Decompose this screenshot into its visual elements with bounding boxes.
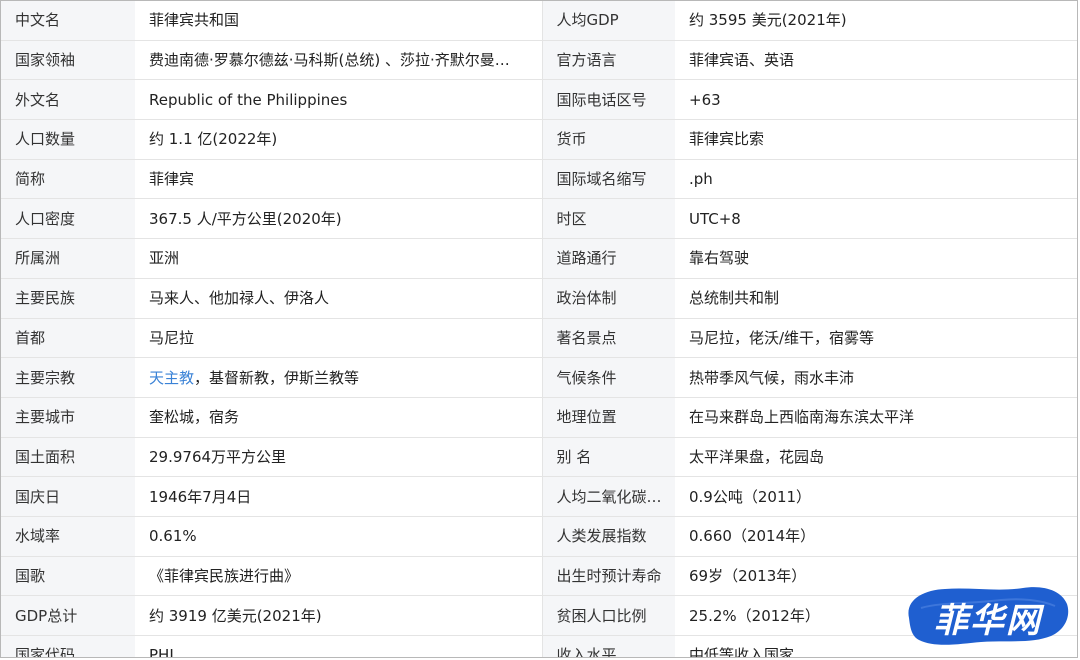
field-value: 约 3595 美元(2021年): [675, 1, 1077, 41]
table-row: 国家领袖 费迪南德·罗慕尔德兹·马科斯(总统) 、莎拉·齐默尔曼… 官方语言 菲…: [1, 40, 1077, 81]
field-value: .ph: [675, 159, 1077, 200]
table-row: 水域率 0.61% 人类发展指数 0.660（2014年）: [1, 516, 1077, 557]
field-key: 政治体制: [542, 278, 675, 319]
field-value: 0.9公吨（2011）: [675, 476, 1077, 517]
field-key: 别 名: [542, 437, 675, 478]
site-watermark-logo: 菲华网: [901, 578, 1071, 654]
field-key: 国庆日: [1, 476, 135, 517]
field-key: 收入水平: [542, 635, 675, 657]
field-key: 人口数量: [1, 119, 135, 160]
field-key: 中文名: [1, 1, 135, 41]
field-value: 菲律宾: [135, 159, 543, 200]
field-key: 首都: [1, 318, 135, 359]
field-key: 著名景点: [542, 318, 675, 359]
table-row: 简称 菲律宾 国际域名缩写 .ph: [1, 159, 1077, 200]
field-value: 靠右驾驶: [675, 238, 1077, 279]
field-key: 国歌: [1, 556, 135, 597]
field-value: 菲律宾共和国: [135, 1, 543, 41]
field-value: 亚洲: [135, 238, 543, 279]
table-row: 国庆日 1946年7月4日 人均二氧化碳… 0.9公吨（2011）: [1, 476, 1077, 517]
field-value: 马尼拉: [135, 318, 543, 359]
field-key: 人均二氧化碳…: [542, 476, 675, 517]
field-key: 气候条件: [542, 357, 675, 398]
field-value: 约 3919 亿美元(2021年): [135, 595, 543, 636]
field-value: 天主教，基督新教，伊斯兰教等: [135, 357, 543, 398]
field-key: 国土面积: [1, 437, 135, 478]
field-value: PHL: [135, 635, 543, 657]
field-key: 国际域名缩写: [542, 159, 675, 200]
field-value: 1946年7月4日: [135, 476, 543, 517]
field-key: 主要城市: [1, 397, 135, 438]
table-row: 主要宗教 天主教，基督新教，伊斯兰教等 气候条件 热带季风气候，雨水丰沛: [1, 357, 1077, 398]
field-key: 道路通行: [542, 238, 675, 279]
religion-link[interactable]: 天主教: [149, 369, 194, 387]
field-key: 主要民族: [1, 278, 135, 319]
field-key: 国家代码: [1, 635, 135, 657]
table-row: 人口数量 约 1.1 亿(2022年) 货币 菲律宾比索: [1, 119, 1077, 160]
field-key: 时区: [542, 198, 675, 240]
field-key: 国家领袖: [1, 40, 135, 81]
field-key: 官方语言: [542, 40, 675, 81]
field-value: 太平洋果盘，花园岛: [675, 437, 1077, 478]
info-table-frame: 中文名 菲律宾共和国 人均GDP 约 3595 美元(2021年) 国家领袖 费…: [0, 0, 1078, 658]
country-info-table: 中文名 菲律宾共和国 人均GDP 约 3595 美元(2021年) 国家领袖 费…: [1, 1, 1077, 657]
field-key: GDP总计: [1, 595, 135, 636]
field-value: 奎松城，宿务: [135, 397, 543, 438]
field-key: 出生时预计寿命: [542, 556, 675, 597]
table-row: 外文名 Republic of the Philippines 国际电话区号 +…: [1, 79, 1077, 121]
field-value: 《菲律宾民族进行曲》: [135, 556, 543, 597]
field-key: 外文名: [1, 79, 135, 121]
field-key: 人口密度: [1, 198, 135, 240]
table-row: 首都 马尼拉 著名景点 马尼拉，佬沃/维干，宿雾等: [1, 318, 1077, 359]
field-value: 0.660（2014年）: [675, 516, 1077, 557]
field-value-rest: ，基督新教，伊斯兰教等: [194, 368, 360, 387]
field-key: 贫困人口比例: [542, 595, 675, 636]
field-value: 菲律宾语、英语: [675, 40, 1077, 81]
field-key: 主要宗教: [1, 357, 135, 398]
field-value: 马尼拉，佬沃/维干，宿雾等: [675, 318, 1077, 359]
field-key: 货币: [542, 119, 675, 160]
table-row: 主要民族 马来人、他加禄人、伊洛人 政治体制 总统制共和制: [1, 278, 1077, 319]
table-row: 所属洲 亚洲 道路通行 靠右驾驶: [1, 238, 1077, 279]
field-value: 总统制共和制: [675, 278, 1077, 319]
field-key: 国际电话区号: [542, 79, 675, 121]
field-value: 29.9764万平方公里: [135, 437, 543, 478]
field-value: 0.61%: [135, 516, 543, 557]
field-key: 水域率: [1, 516, 135, 557]
table-row: 国土面积 29.9764万平方公里 别 名 太平洋果盘，花园岛: [1, 437, 1077, 478]
field-value: 费迪南德·罗慕尔德兹·马科斯(总统) 、莎拉·齐默尔曼…: [135, 40, 543, 81]
table-row: 中文名 菲律宾共和国 人均GDP 约 3595 美元(2021年): [1, 1, 1077, 41]
field-key: 人均GDP: [542, 1, 675, 41]
field-value: 约 1.1 亿(2022年): [135, 119, 543, 160]
field-key: 地理位置: [542, 397, 675, 438]
field-key: 人类发展指数: [542, 516, 675, 557]
field-value: UTC+8: [675, 198, 1077, 240]
field-value: 马来人、他加禄人、伊洛人: [135, 278, 543, 319]
field-value: 热带季风气候，雨水丰沛: [675, 357, 1077, 398]
field-value: 菲律宾比索: [675, 119, 1077, 160]
field-key: 简称: [1, 159, 135, 200]
field-key: 所属洲: [1, 238, 135, 279]
field-value: Republic of the Philippines: [135, 79, 543, 121]
field-value: 367.5 人/平方公里(2020年): [135, 198, 543, 240]
field-value: 在马来群岛上西临南海东滨太平洋: [675, 397, 1077, 438]
table-row: 人口密度 367.5 人/平方公里(2020年) 时区 UTC+8: [1, 198, 1077, 240]
field-value: +63: [675, 79, 1077, 121]
watermark-text: 菲华网: [934, 600, 1042, 641]
table-row: 主要城市 奎松城，宿务 地理位置 在马来群岛上西临南海东滨太平洋: [1, 397, 1077, 438]
